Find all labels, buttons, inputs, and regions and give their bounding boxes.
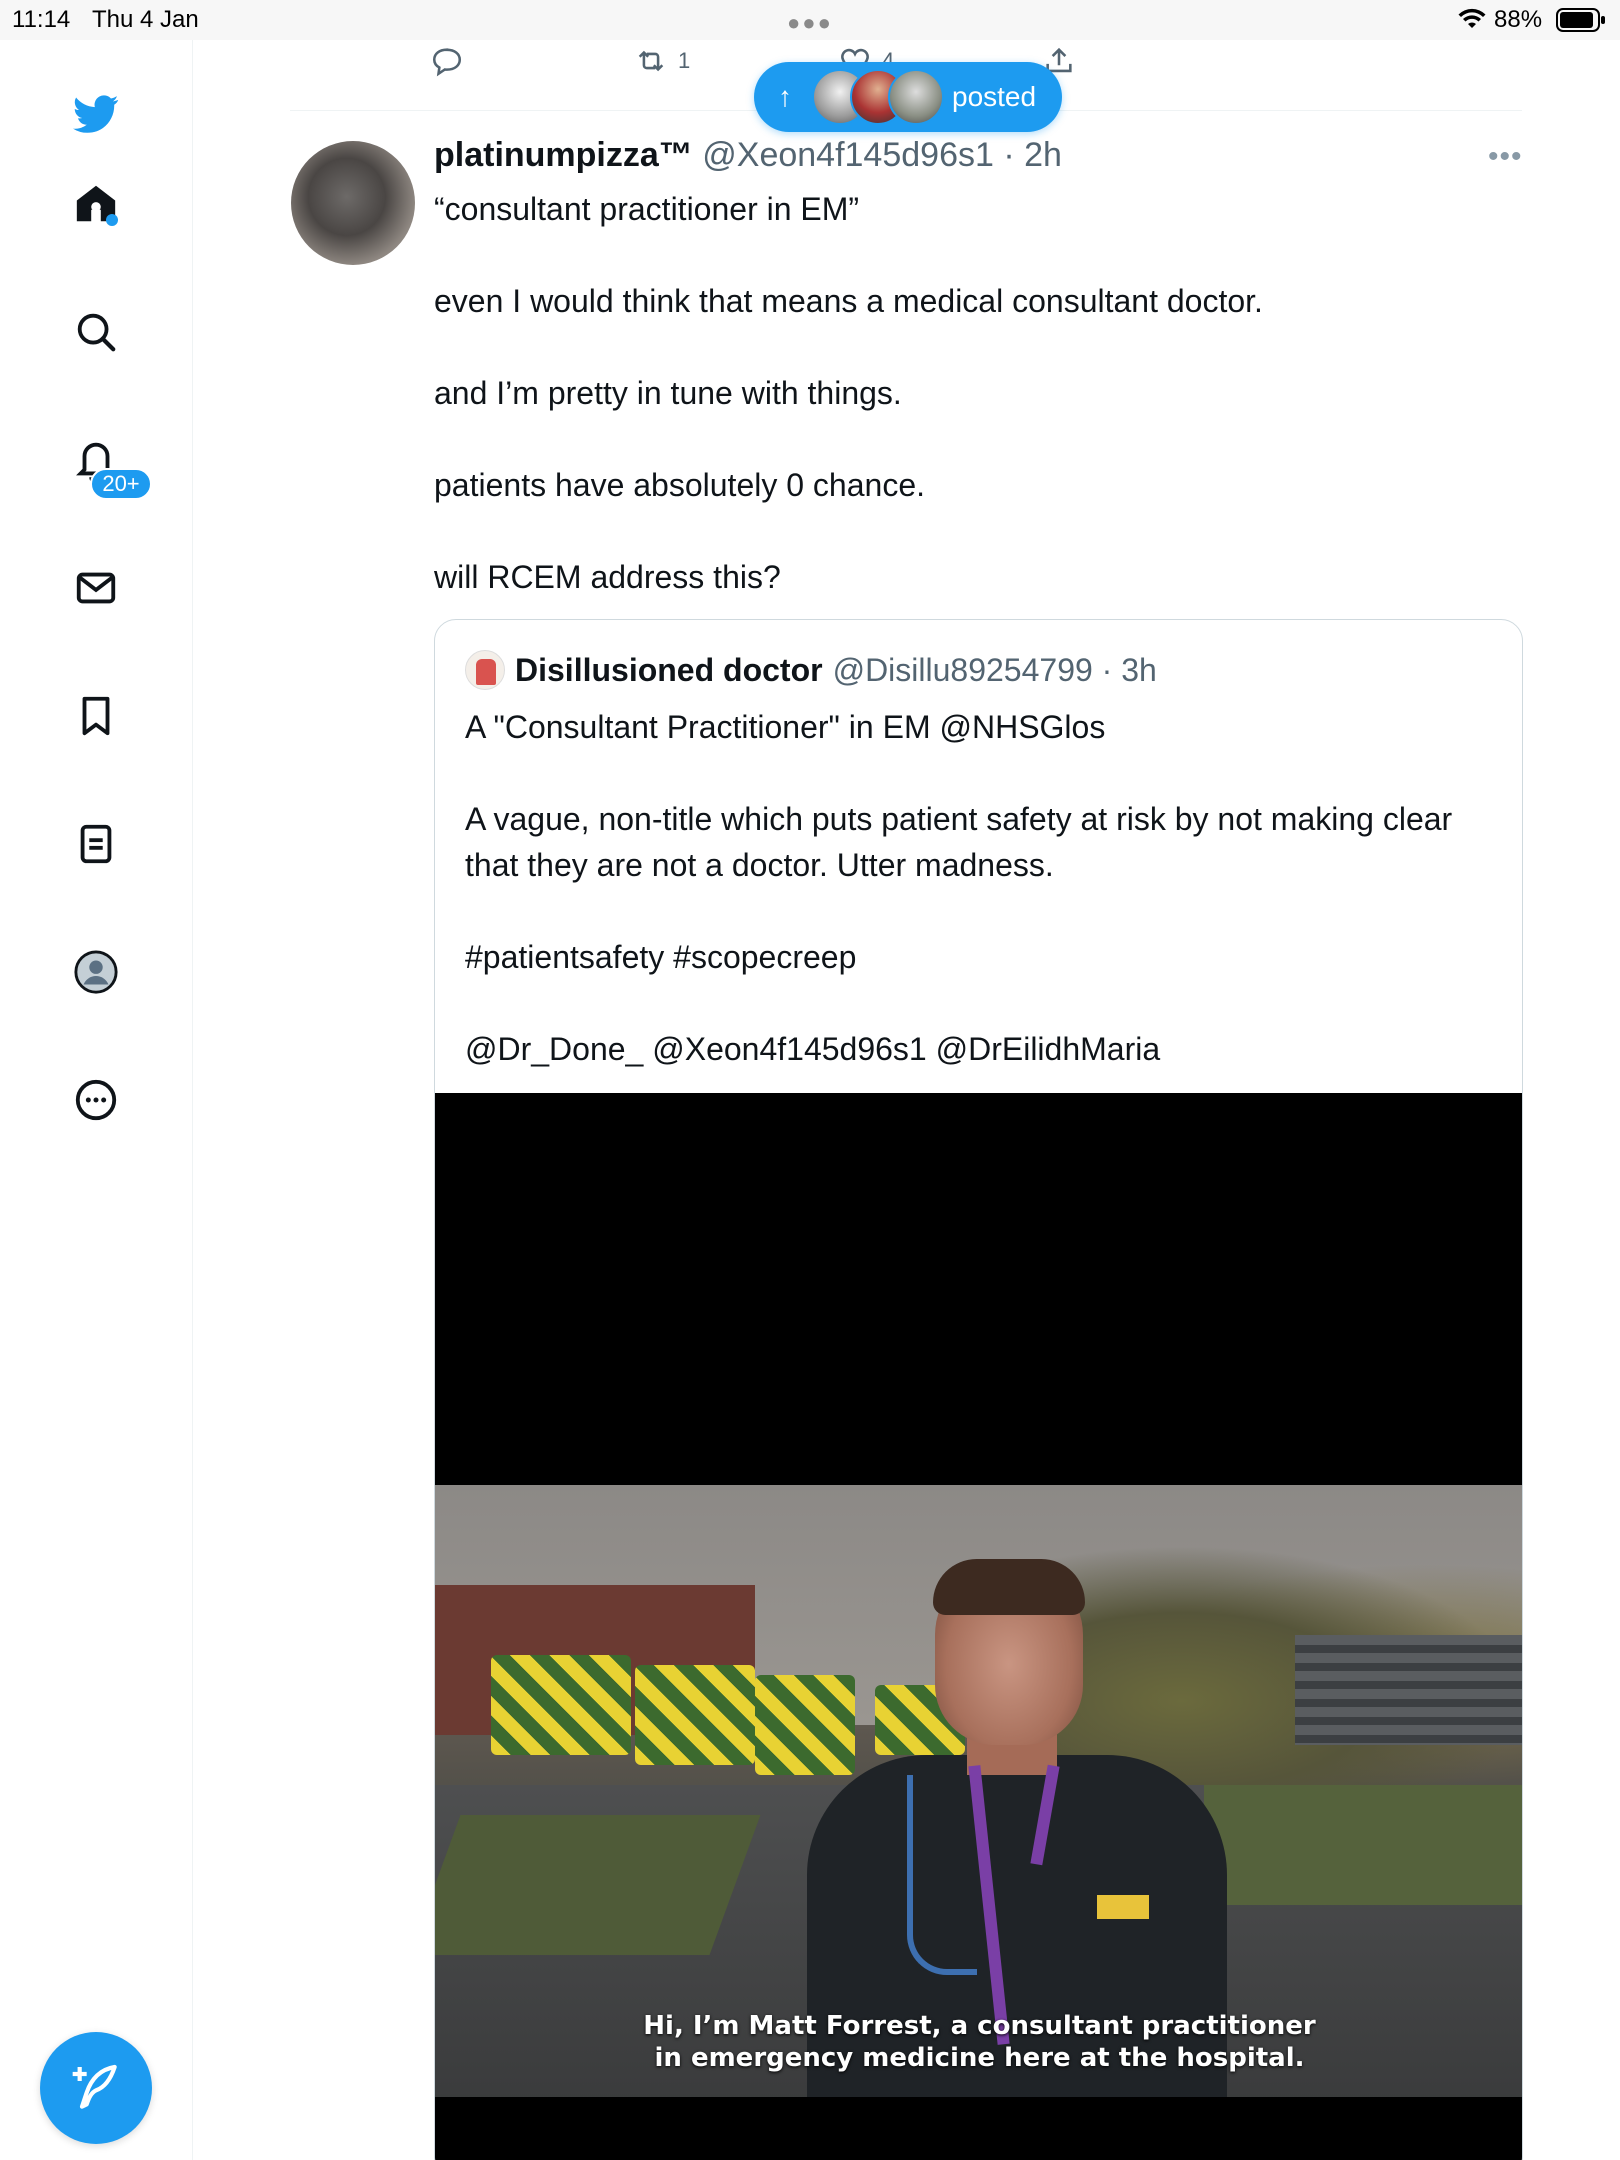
profile-avatar-icon[interactable] bbox=[70, 946, 122, 998]
arrow-up-icon: ↑ bbox=[778, 81, 792, 112]
video-scene-carpark bbox=[1295, 1635, 1522, 1745]
tweet-line: and I’m pretty in tune with things. bbox=[434, 375, 902, 411]
reply-button[interactable] bbox=[430, 44, 464, 78]
status-date: Thu 4 Jan bbox=[92, 6, 199, 33]
video-subtitle-line: Hi, I’m Matt Forrest, a consultant pract… bbox=[643, 2011, 1316, 2041]
video-frame: Hi, I’m Matt Forrest, a consultant pract… bbox=[435, 1485, 1522, 2097]
posted-avatars bbox=[812, 69, 944, 125]
retweet-icon bbox=[638, 50, 664, 72]
video-scene-ambulance bbox=[635, 1665, 755, 1765]
reply-icon bbox=[432, 48, 462, 77]
battery-icon bbox=[1556, 8, 1605, 32]
multitasking-dots-icon[interactable]: ●●● bbox=[787, 10, 833, 36]
sidebar: 20+ bbox=[0, 40, 193, 2160]
tweet-line: will RCEM address this? bbox=[434, 559, 781, 595]
video-player[interactable]: Hi, I’m Matt Forrest, a consultant pract… bbox=[435, 1093, 1522, 2160]
posted-label: posted bbox=[952, 81, 1037, 112]
tweet-header: platinumpizza™ @Xeon4f145d96s1 · 2h bbox=[434, 136, 1062, 175]
tweet-line: “consultant practitioner in EM” bbox=[434, 191, 860, 227]
notifications-badge: 20+ bbox=[90, 468, 152, 500]
home-unread-dot bbox=[106, 214, 118, 226]
tweet-line: patients have absolutely 0 chance. bbox=[434, 467, 925, 503]
quoted-tweet-card[interactable]: Disillusioned doctor @Disillu89254799 · … bbox=[434, 619, 1523, 2160]
tweet-line: even I would think that means a medical … bbox=[434, 283, 1263, 319]
lists-icon[interactable] bbox=[70, 818, 122, 870]
status-bar: 11:14 Thu 4 Jan ●●● 88% bbox=[0, 0, 1620, 40]
tweet-author-name[interactable]: platinumpizza™ bbox=[434, 136, 693, 174]
tweet-text: “consultant practitioner in EM” even I w… bbox=[434, 186, 1524, 646]
video-scene-ambulance bbox=[491, 1655, 631, 1755]
video-scene-grass bbox=[1204, 1785, 1522, 1905]
retweet-count: 1 bbox=[678, 48, 691, 73]
quoted-author-handle: @Disillu89254799 · 3h bbox=[832, 651, 1157, 688]
speaker-stethoscope bbox=[907, 1775, 977, 1975]
messages-envelope-icon[interactable] bbox=[70, 562, 122, 614]
speaker-hair bbox=[933, 1559, 1085, 1615]
quoted-paragraph: #patientsafety #scopecreep bbox=[465, 939, 857, 975]
status-time: 11:14 bbox=[12, 6, 71, 33]
compose-tweet-button[interactable] bbox=[40, 2032, 152, 2144]
tweet-author-avatar[interactable] bbox=[291, 141, 415, 265]
battery-percentage: 88% bbox=[1494, 6, 1543, 33]
twitter-logo-icon[interactable] bbox=[70, 88, 122, 140]
video-subtitle: Hi, I’m Matt Forrest, a consultant pract… bbox=[435, 2010, 1522, 2074]
quoted-tweet-text: A "Consultant Practitioner" in EM @NHSGl… bbox=[465, 704, 1495, 1072]
bookmark-icon[interactable] bbox=[70, 690, 122, 742]
new-posts-pill[interactable]: ↑ posted bbox=[754, 62, 1062, 132]
quoted-tweet-header: Disillusioned doctor @Disillu89254799 · … bbox=[465, 650, 1157, 690]
quoted-paragraph: A vague, non-title which puts patient sa… bbox=[465, 801, 1453, 883]
retweet-button[interactable]: 1 bbox=[634, 44, 690, 78]
tweet-more-options-icon[interactable]: ••• bbox=[1488, 140, 1523, 174]
wifi-icon bbox=[1458, 8, 1486, 28]
posted-avatar-3 bbox=[888, 69, 944, 125]
quoted-author-name: Disillusioned doctor bbox=[515, 651, 823, 688]
video-scene-grass bbox=[435, 1815, 761, 1955]
quoted-paragraph: A "Consultant Practitioner" in EM @NHSGl… bbox=[465, 709, 1106, 745]
quoted-paragraph: @Dr_Done_ @Xeon4f145d96s1 @DrEilidhMaria bbox=[465, 1031, 1161, 1067]
video-subtitle-line: in emergency medicine here at the hospit… bbox=[654, 2043, 1305, 2073]
compose-feather-icon bbox=[72, 2064, 117, 2109]
more-options-icon[interactable] bbox=[70, 1074, 122, 1126]
search-icon[interactable] bbox=[70, 306, 122, 358]
tweet-author-handle[interactable]: @Xeon4f145d96s1 · 2h bbox=[702, 136, 1062, 174]
speaker-name-tag bbox=[1097, 1895, 1149, 1919]
quoted-author-avatar bbox=[465, 650, 505, 690]
